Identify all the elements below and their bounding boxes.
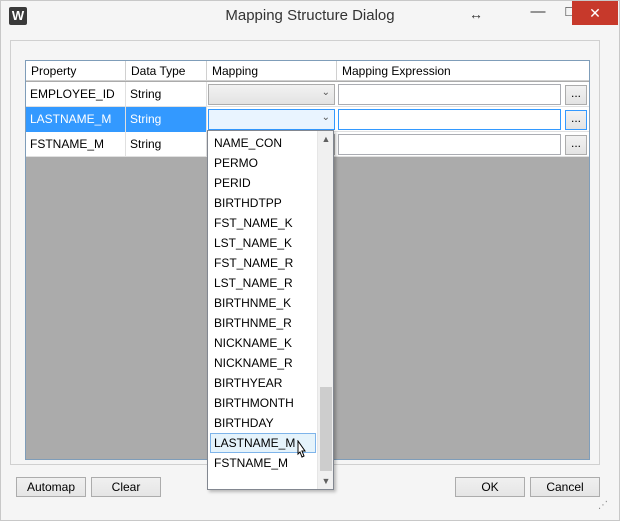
dropdown-option[interactable]: BIRTHMONTH [210, 393, 316, 413]
dropdown-option[interactable]: BIRTHNME_K [210, 293, 316, 313]
table-row[interactable]: EMPLOYEE_ID String ⌄ ... [26, 82, 589, 107]
dropdown-option[interactable]: BIRTHDAY [210, 413, 316, 433]
mapping-expression-input[interactable] [338, 134, 561, 155]
column-header-property[interactable]: Property [26, 61, 126, 81]
dropdown-scrollbar[interactable]: ▲ ▼ [317, 131, 333, 489]
property-cell[interactable]: EMPLOYEE_ID [26, 82, 126, 107]
title-bar[interactable]: W Mapping Structure Dialog ↔ — □ ✕ [1, 1, 619, 31]
expression-builder-button[interactable]: ... [565, 110, 587, 130]
dropdown-option[interactable]: LST_NAME_R [210, 273, 316, 293]
table-row[interactable]: LASTNAME_M String ⌄ ... [26, 107, 589, 132]
mapping-expression-input[interactable] [338, 109, 561, 130]
dropdown-option[interactable]: NAME_CON [210, 133, 316, 153]
dropdown-option[interactable]: PERMO [210, 153, 316, 173]
data-type-cell[interactable]: String [126, 107, 207, 132]
column-header-data-type[interactable]: Data Type [126, 61, 207, 81]
expression-builder-button[interactable]: ... [565, 135, 587, 155]
mouse-cursor-icon [297, 440, 306, 458]
dropdown-option[interactable]: FST_NAME_R [210, 253, 316, 273]
cancel-button[interactable]: Cancel [530, 477, 600, 497]
minimize-button[interactable]: — [521, 1, 555, 25]
grid-header: Property Data Type Mapping Mapping Expre… [26, 61, 589, 81]
column-header-mapping-expression[interactable]: Mapping Expression [337, 61, 589, 81]
close-button[interactable]: ✕ [572, 1, 618, 25]
property-cell[interactable]: LASTNAME_M [26, 107, 126, 132]
chevron-down-icon[interactable]: ⌄ [322, 112, 330, 123]
data-type-cell[interactable]: String [126, 132, 207, 157]
chevron-down-icon[interactable]: ⌄ [322, 87, 330, 98]
mapping-expression-input[interactable] [338, 84, 561, 105]
scroll-up-icon[interactable]: ▲ [318, 131, 333, 147]
data-type-cell[interactable]: String [126, 82, 207, 107]
automap-button[interactable]: Automap [16, 477, 86, 497]
column-header-mapping[interactable]: Mapping [207, 61, 337, 81]
mapping-dropdown-list[interactable]: NAME_CON PERMO PERID BIRTHDTPP FST_NAME_K LST… [207, 130, 334, 490]
resize-grip-icon[interactable]: ⋰ [598, 500, 612, 514]
dropdown-option[interactable]: BIRTHNME_R [210, 313, 316, 333]
dropdown-option[interactable]: LST_NAME_K [210, 233, 316, 253]
ok-button[interactable]: OK [455, 477, 525, 497]
dropdown-option[interactable]: PERID [210, 173, 316, 193]
dropdown-option[interactable]: NICKNAME_K [210, 333, 316, 353]
dropdown-option[interactable]: NICKNAME_R [210, 353, 316, 373]
property-cell[interactable]: FSTNAME_M [26, 132, 126, 157]
expression-builder-button[interactable]: ... [565, 85, 587, 105]
dropdown-option[interactable]: BIRTHDTPP [210, 193, 316, 213]
scrollbar-thumb[interactable] [320, 387, 332, 471]
scroll-down-icon[interactable]: ▼ [318, 473, 333, 489]
mapping-combo[interactable]: ⌄ [208, 109, 335, 130]
resize-icon: ↔ [469, 6, 483, 22]
dropdown-option[interactable]: FST_NAME_K [210, 213, 316, 233]
dropdown-option[interactable]: BIRTHYEAR [210, 373, 316, 393]
clear-button[interactable]: Clear [91, 477, 161, 497]
mapping-combo[interactable]: ⌄ [208, 84, 335, 105]
